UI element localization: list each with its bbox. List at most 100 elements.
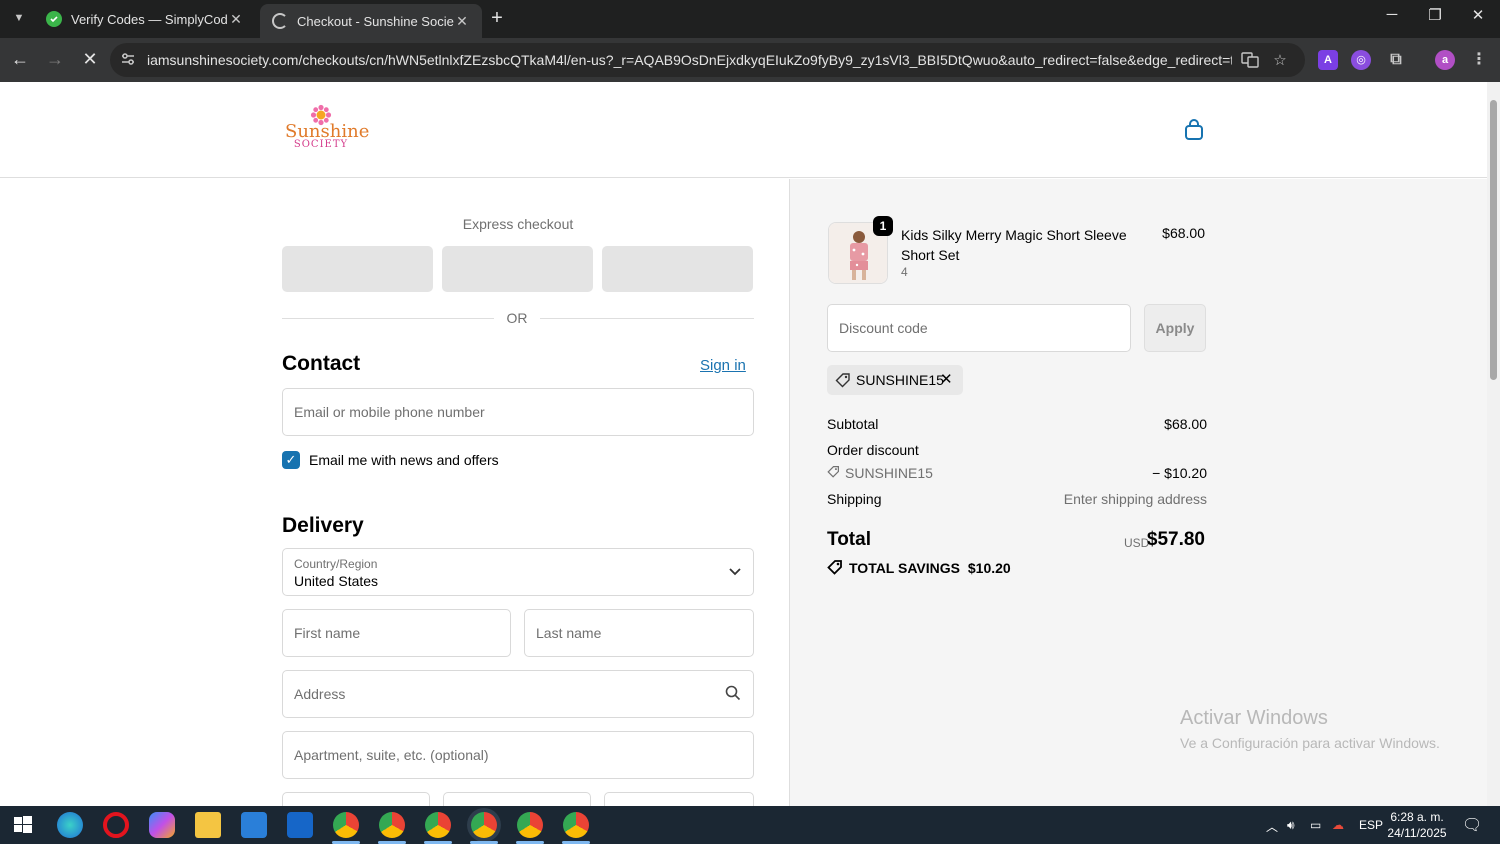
tag-icon [827,465,845,481]
chrome-icon[interactable] [471,812,497,838]
last-name-placeholder: Last name [536,625,602,641]
opera-icon[interactable] [103,812,129,838]
tab-search-chevron-icon[interactable]: ▼ [8,7,30,29]
country-label: Country/Region [294,557,378,571]
state-field[interactable] [443,792,591,806]
browser-toolbar: ← → ✕ iamsunshinesociety.com/checkouts/c… [0,38,1500,82]
network-icon[interactable]: ▭ [1310,818,1321,832]
chrome-icon[interactable] [517,812,543,838]
total-value: $57.80 [1146,529,1205,550]
savings-tag-icon [827,559,849,578]
chrome-icon[interactable] [333,812,359,838]
subtotal-label: Subtotal [827,416,879,432]
forward-icon[interactable]: → [43,48,67,72]
url-text[interactable]: iamsunshinesociety.com/checkouts/cn/hWN5… [147,52,1232,68]
windows-taskbar: ︿ 🔊︎ ▭ ☁ ESP 6:28 a. m. 24/11/2025 🗨︎ [0,806,1500,844]
close-tab-icon[interactable]: ✕ [454,13,470,30]
translate-icon[interactable] [1240,51,1260,71]
close-tab-icon[interactable]: ✕ [228,11,244,28]
address-field[interactable]: Address [282,670,754,718]
discount-code-field[interactable]: Discount code [827,304,1131,352]
file-explorer-icon[interactable] [195,812,221,838]
extension-a-icon[interactable]: A [1318,50,1338,70]
order-discount-label: Order discount [827,442,919,458]
page-scrollbar[interactable] [1487,82,1500,806]
country-select[interactable]: Country/Region United States [282,548,754,596]
tab-simplycodes[interactable]: Verify Codes — SimplyCodes ✕ [34,0,256,38]
edge-icon[interactable] [57,812,83,838]
site-info-icon[interactable] [120,51,138,69]
last-name-field[interactable]: Last name [524,609,754,657]
discount-placeholder: Discount code [839,320,928,336]
browser-menu-icon[interactable]: ⋮ [1469,50,1489,70]
newsletter-checkbox[interactable]: ✓ [282,451,300,469]
store-logo[interactable]: Sunshine SOCIETY [285,104,370,156]
clock-date: 24/11/2025 [1387,826,1447,840]
checkout-form: Express checkout OR Contact Sign in Emai… [0,179,789,806]
simplycodes-favicon-icon [46,11,62,27]
minimize-icon[interactable]: ─ [1377,6,1407,23]
quantity-badge: 1 [873,216,893,236]
extensions-puzzle-icon[interactable]: ⧉ [1386,50,1406,70]
tab-checkout[interactable]: Checkout - Sunshine Society ✕ [260,4,482,38]
store-header: Sunshine SOCIETY [0,82,1487,178]
volume-icon[interactable]: 🔊︎ [1287,818,1295,833]
outlook-icon[interactable] [287,812,313,838]
close-window-icon[interactable]: ✕ [1463,6,1493,24]
windows-start-icon[interactable] [10,812,36,838]
city-field[interactable] [282,792,430,806]
or-separator: OR [506,310,528,326]
clock-time: 6:28 a. m. [1390,810,1444,824]
sign-in-link[interactable]: Sign in [700,357,746,374]
apartment-field[interactable]: Apartment, suite, etc. (optional) [282,731,754,779]
email-placeholder: Email or mobile phone number [294,404,485,420]
system-clock[interactable]: 6:28 a. m. 24/11/2025 [1384,809,1450,841]
checkout-page: Sunshine SOCIETY Express checkout OR Con… [0,82,1487,806]
copilot-icon[interactable] [149,812,175,838]
zip-field[interactable] [604,792,754,806]
subtotal-value: $68.00 [1164,416,1207,432]
notifications-icon[interactable]: 🗨︎ [1462,815,1482,835]
order-discount-row: Order discount [827,442,1207,458]
savings-value: $10.20 [967,560,1011,576]
applied-code: SUNSHINE15 [856,372,944,388]
total-label: Total [827,529,871,550]
tab-title: Checkout - Sunshine Society [297,13,454,29]
logo-text-society: SOCIETY [293,139,349,150]
express-pay-button-1[interactable] [282,246,433,292]
address-bar[interactable]: iamsunshinesociety.com/checkouts/cn/hWN5… [110,43,1305,77]
onedrive-icon[interactable]: ☁ [1332,818,1344,832]
profile-avatar[interactable]: a [1435,50,1455,70]
windows-activation-subtitle: Ve a Configuración para activar Windows. [1180,735,1440,751]
newsletter-label[interactable]: Email me with news and offers [309,452,499,468]
chrome-icon[interactable] [379,812,405,838]
logo-text-sunshine: Sunshine [285,121,370,142]
restore-icon[interactable]: ❐ [1420,6,1450,24]
remove-discount-icon[interactable]: ✕ [940,370,953,388]
chrome-icon[interactable] [425,812,451,838]
bookmark-star-icon[interactable]: ☆ [1270,51,1290,71]
new-tab-button[interactable]: + [486,8,508,30]
shopping-bag-icon[interactable] [1183,118,1205,142]
apartment-placeholder: Apartment, suite, etc. (optional) [294,747,489,763]
store-icon[interactable] [241,812,267,838]
express-pay-button-3[interactable] [602,246,753,292]
back-icon[interactable]: ← [8,48,32,72]
tray-chevron-icon[interactable]: ︿ [1266,818,1278,835]
first-name-field[interactable]: First name [282,609,511,657]
contact-heading: Contact [282,352,361,375]
extension-purple-icon[interactable]: ◎ [1351,50,1371,70]
language-indicator[interactable]: ESP [1359,818,1383,832]
delivery-heading: Delivery [282,514,364,537]
apply-discount-button[interactable]: Apply [1144,304,1206,352]
scrollbar-thumb[interactable] [1490,100,1497,380]
express-pay-button-2[interactable] [442,246,593,292]
express-checkout-label: Express checkout [462,216,574,232]
stop-loading-icon[interactable]: ✕ [78,48,102,72]
address-placeholder: Address [294,686,346,702]
tab-bar: ▼ Verify Codes — SimplyCodes ✕ Checkout … [0,0,1500,38]
product-name: Kids Silky Merry Magic Short Sleeve Shor… [901,227,1127,263]
email-field[interactable]: Email or mobile phone number [282,388,754,436]
subtotal-row: Subtotal $68.00 [827,416,1207,432]
chrome-icon[interactable] [563,812,589,838]
